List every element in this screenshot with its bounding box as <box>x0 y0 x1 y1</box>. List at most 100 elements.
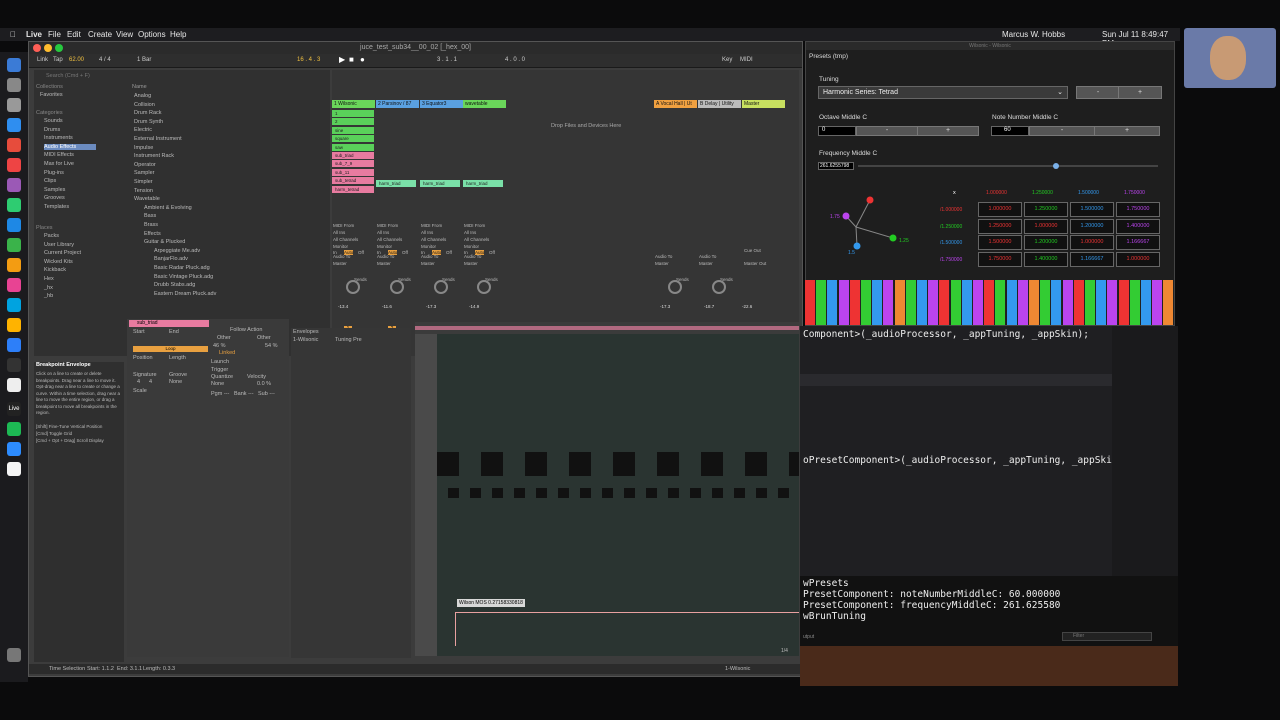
console-filter[interactable]: Filter <box>1062 632 1152 641</box>
pan-knob[interactable] <box>477 280 491 294</box>
signature-num[interactable]: 4 <box>137 379 140 385</box>
piano-key[interactable] <box>1118 280 1130 325</box>
volume-value[interactable]: -11.6 <box>382 304 392 309</box>
piano-key[interactable] <box>1006 280 1018 325</box>
category-item[interactable]: Sounds <box>44 118 63 124</box>
octave-minus-button[interactable]: - <box>856 126 918 136</box>
piano-key[interactable] <box>995 280 1007 325</box>
minimize-window-icon[interactable] <box>44 44 52 52</box>
note-minus-button[interactable]: - <box>1029 126 1095 136</box>
audio-to-select[interactable]: Master <box>655 261 669 266</box>
audio-to-select[interactable]: Master <box>421 261 435 266</box>
browser-item[interactable]: Instrument Rack <box>134 153 174 159</box>
volume-value[interactable]: -17.3 <box>660 304 670 309</box>
clip-slot[interactable]: square <box>332 135 374 143</box>
launch-mode[interactable]: Trigger <box>211 367 228 373</box>
textedit-icon[interactable] <box>7 378 21 392</box>
track-header[interactable]: 1 Wilsonic <box>332 100 375 108</box>
piano-key[interactable] <box>1096 280 1108 325</box>
piano-key[interactable] <box>1107 280 1119 325</box>
volume-value[interactable]: -14.9 <box>469 304 479 309</box>
browser-item[interactable]: Sampler <box>134 170 154 176</box>
track-header[interactable]: B Delay | Utility <box>698 100 741 108</box>
finder-icon[interactable] <box>7 58 21 72</box>
piano-key[interactable] <box>816 280 828 325</box>
menu-options[interactable]: Options <box>138 30 166 39</box>
collection-item[interactable]: Favorites <box>40 92 63 98</box>
piano-key[interactable] <box>805 280 816 325</box>
category-item[interactable]: Clips <box>44 178 56 184</box>
loop-button[interactable]: Loop <box>133 346 208 352</box>
browser-item[interactable]: Tension <box>134 188 153 194</box>
menu-app[interactable]: Live <box>26 30 42 39</box>
clip-slot[interactable]: sub_tetrad <box>332 177 374 185</box>
piano-key[interactable] <box>1029 280 1040 325</box>
note-plus-button[interactable]: + <box>1094 126 1160 136</box>
link-button[interactable]: Link <box>37 57 48 63</box>
midi-channel-select[interactable]: All Channels <box>464 237 489 242</box>
volume-value[interactable]: -13.4 <box>338 304 348 309</box>
clip-slot[interactable]: saw <box>332 143 374 151</box>
piano-key[interactable] <box>1040 280 1052 325</box>
vscode-icon[interactable] <box>7 338 21 352</box>
octave-field[interactable]: 0 <box>818 126 856 136</box>
velocity-value[interactable]: 0.0 % <box>257 381 271 387</box>
audio-to-select[interactable]: Master <box>377 261 391 266</box>
envelope-editor[interactable]: Wilson MOS 0.27158330818 1/4 <box>415 322 799 656</box>
track-header[interactable]: A Vocal Hall | Ut <box>654 100 697 108</box>
trash-icon[interactable] <box>7 648 21 662</box>
place-item[interactable]: Hex <box>44 276 54 282</box>
messages-icon[interactable] <box>7 198 21 212</box>
follow-action-a[interactable]: Other <box>217 335 231 341</box>
place-item[interactable]: Kickback <box>44 267 66 273</box>
volume-value[interactable]: -17.3 <box>426 304 436 309</box>
photos-icon[interactable] <box>7 278 21 292</box>
menu-edit[interactable]: Edit <box>67 30 81 39</box>
terminal-icon[interactable] <box>7 358 21 372</box>
appstore-icon[interactable] <box>7 218 21 232</box>
category-item[interactable]: Instruments <box>44 135 73 141</box>
maps-icon[interactable] <box>7 238 21 252</box>
xcode-icon[interactable] <box>7 298 21 312</box>
menu-file[interactable]: File <box>48 30 61 39</box>
tuning-plus-button[interactable]: + <box>1118 86 1162 99</box>
menu-view[interactable]: View <box>116 30 133 39</box>
envelope-parameter[interactable]: Tuning Pre <box>335 337 362 343</box>
follow-chance-a[interactable]: 46 % <box>213 343 226 349</box>
clip-slot[interactable]: sub_7_9 <box>332 160 374 168</box>
track-header[interactable]: Master <box>742 100 785 108</box>
clip-slot[interactable]: harm_triad <box>463 180 503 187</box>
category-item[interactable]: MIDI Effects <box>44 152 74 158</box>
piano-key[interactable] <box>894 280 906 325</box>
scale-label[interactable]: Scale <box>133 388 147 394</box>
audio-to-select[interactable]: Master <box>333 261 347 266</box>
master-volume[interactable]: -22.6 <box>742 304 752 309</box>
launchpad-icon[interactable] <box>7 78 21 92</box>
clip-slot[interactable]: harm_triad <box>376 180 416 187</box>
browser-item[interactable]: Operator <box>134 162 156 168</box>
linked-button[interactable]: Linked <box>219 350 235 356</box>
category-item[interactable]: Max for Live <box>44 161 74 167</box>
browser-item[interactable]: Guitar & Plucked <box>144 239 185 245</box>
monitor-off[interactable]: Off <box>358 250 364 255</box>
audio-to-select[interactable]: Master <box>464 261 478 266</box>
output-selector[interactable]: utput <box>803 634 814 640</box>
piano-key[interactable] <box>928 280 940 325</box>
note-number-field[interactable]: 60 <box>991 126 1029 136</box>
midi-from-select[interactable]: All Ins <box>464 230 476 235</box>
place-item[interactable]: Wicked Kits <box>44 259 73 265</box>
pan-knob[interactable] <box>346 280 360 294</box>
follow-chance-b[interactable]: 54 % <box>265 343 278 349</box>
piano-key[interactable] <box>872 280 884 325</box>
browser-item[interactable]: Basic Vintage Pluck.adg <box>154 274 213 280</box>
place-item[interactable]: Current Project <box>44 250 81 256</box>
calendar-icon[interactable] <box>7 138 21 152</box>
place-item[interactable]: _hx <box>44 285 53 291</box>
quantize-value[interactable]: None <box>211 381 224 387</box>
browser-item[interactable]: Arpeggiate Me.adv <box>154 248 200 254</box>
piano-key[interactable] <box>1085 280 1096 325</box>
pan-knob[interactable] <box>712 280 726 294</box>
midi-from-select[interactable]: All Ins <box>421 230 433 235</box>
clip-slot[interactable]: harm_tetrad <box>332 185 374 193</box>
piano-key[interactable] <box>1141 280 1152 325</box>
